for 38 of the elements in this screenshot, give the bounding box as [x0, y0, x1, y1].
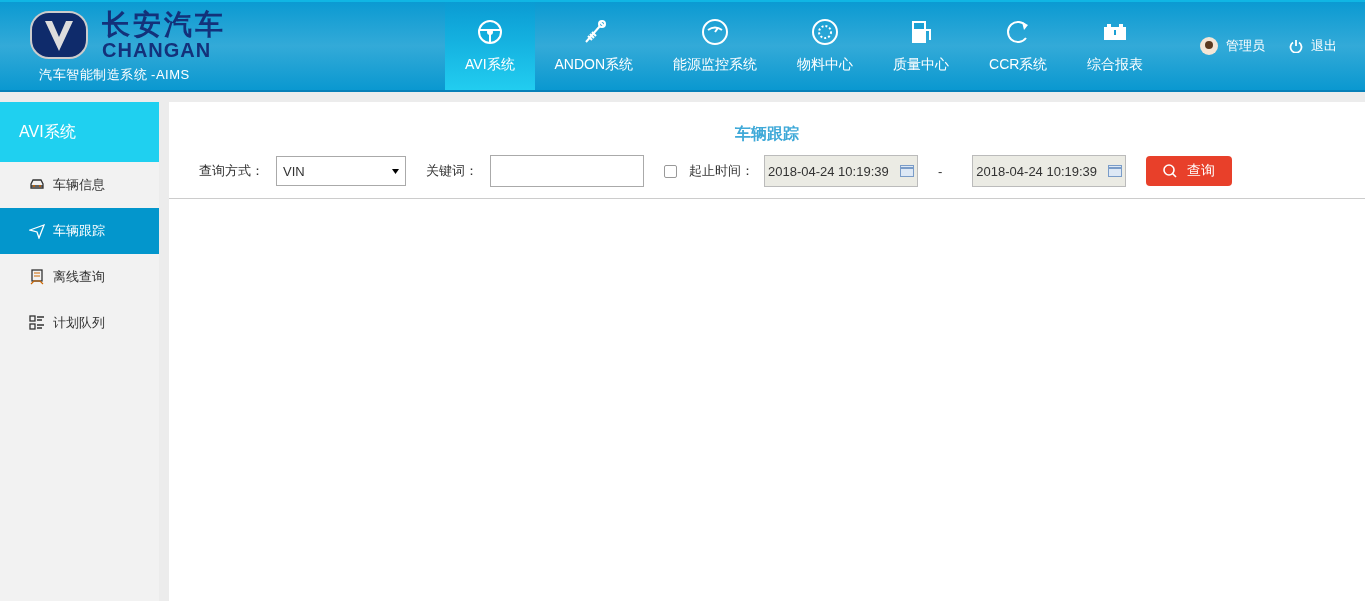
sidebar-item[interactable]: 离线查询 — [0, 254, 159, 300]
menu-icon — [29, 269, 45, 285]
nav-tab[interactable]: 综合报表 — [1067, 2, 1164, 90]
nav-tab[interactable]: 质量中心 — [873, 2, 970, 90]
query-mode-label: 查询方式： — [199, 162, 264, 180]
search-icon — [1163, 164, 1178, 178]
dropdown-caret-icon — [392, 168, 399, 174]
logout-link[interactable]: 退出 — [1311, 37, 1337, 55]
calendar-icon — [1108, 165, 1123, 177]
sidebar-item[interactable]: 计划队列 — [0, 300, 159, 346]
brand-name-latin: CHANGAN — [102, 40, 213, 60]
nav-icon — [811, 18, 840, 46]
sidebar-item[interactable]: 车辆信息 — [0, 162, 159, 208]
nav-icon — [475, 18, 504, 46]
nav-tab[interactable]: 能源监控系统 — [653, 2, 778, 90]
menu-icon — [29, 315, 45, 331]
user-name[interactable]: 管理员 — [1226, 37, 1265, 55]
menu-icon — [29, 223, 45, 239]
nav-icon — [701, 18, 730, 46]
power-icon — [1289, 39, 1303, 53]
query-mode-dropdown[interactable]: VIN — [276, 156, 406, 186]
search-button[interactable]: 查询 — [1146, 156, 1233, 186]
user-avatar-icon — [1200, 37, 1218, 55]
sidebar-title: AVI系统 — [0, 102, 159, 162]
range-separator: - — [938, 163, 943, 179]
time-checkbox[interactable] — [664, 164, 677, 178]
nav-tab[interactable]: ANDON系统 — [534, 2, 654, 90]
nav-tab[interactable]: 物料中心 — [777, 2, 874, 90]
keyword-label: 关键词： — [426, 162, 478, 180]
calendar-icon — [900, 165, 914, 177]
system-name: 汽车智能制造系统 -AIMS — [39, 66, 191, 84]
keyword-field[interactable] — [490, 155, 644, 187]
time-range-label: 起止时间： — [689, 162, 754, 180]
car-brand-logo-icon — [30, 11, 88, 59]
nav-tab[interactable]: CCR系统 — [969, 2, 1068, 90]
brand-name: 长安汽车 — [102, 10, 226, 40]
sidebar-item[interactable]: 车辆跟踪 — [0, 208, 159, 254]
page-title: 车辆跟踪 — [734, 124, 800, 144]
